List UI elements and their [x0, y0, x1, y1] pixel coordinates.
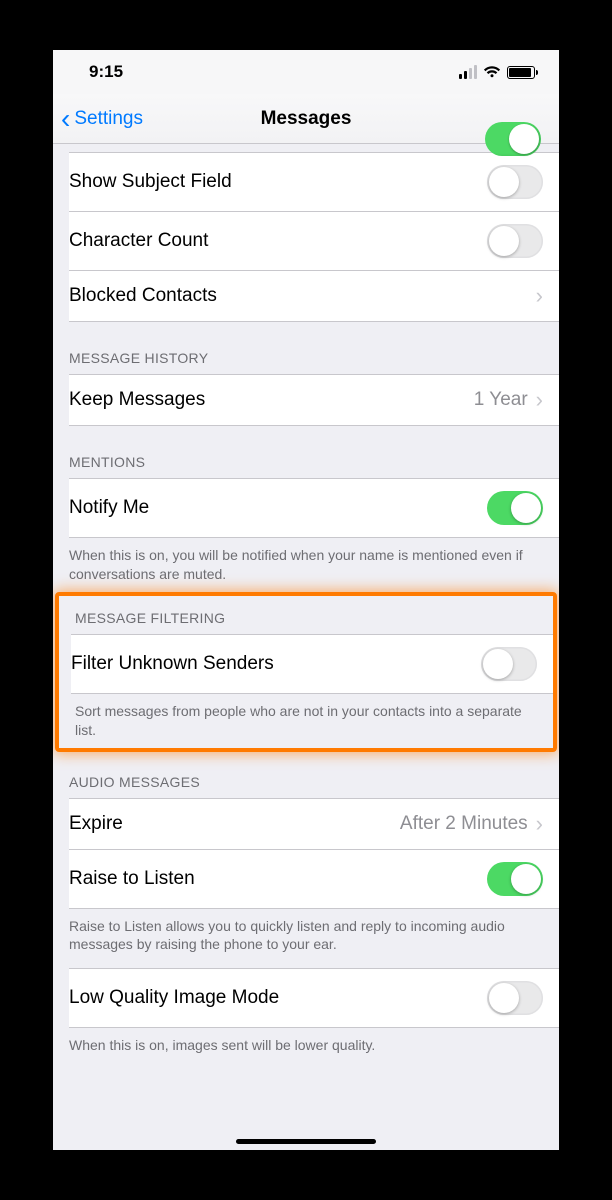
row-filter-unknown-senders[interactable]: Filter Unknown Senders [71, 635, 553, 694]
chevron-right-icon: › [536, 811, 543, 837]
toggle-raise-to-listen[interactable] [487, 862, 543, 896]
partial-previous-toggle [53, 144, 559, 152]
toggle-low-quality[interactable] [487, 981, 543, 1015]
settings-block-lowq: Low Quality Image Mode [69, 968, 559, 1028]
row-value: 1 Year [474, 389, 528, 411]
settings-block-history: Keep Messages 1 Year › [69, 374, 559, 426]
row-raise-to-listen[interactable]: Raise to Listen [69, 850, 559, 909]
toggle-notify-me[interactable] [487, 491, 543, 525]
section-footer-filtering: Sort messages from people who are not in… [59, 694, 553, 748]
row-notify-me[interactable]: Notify Me [69, 479, 559, 538]
wifi-icon [483, 65, 501, 79]
row-label: Keep Messages [69, 389, 205, 411]
toggle-filter-unknown[interactable] [481, 647, 537, 681]
highlight-box: MESSAGE FILTERING Filter Unknown Senders… [55, 592, 557, 752]
clock: 9:15 [89, 62, 123, 82]
row-label: Expire [69, 813, 123, 835]
back-button[interactable]: ‹ Settings [53, 108, 143, 130]
settings-block-filtering: Filter Unknown Senders [71, 634, 553, 694]
nav-bar: ‹ Settings Messages [53, 94, 559, 144]
chevron-right-icon: › [536, 283, 543, 309]
cell-signal-icon [459, 65, 477, 79]
row-keep-messages[interactable]: Keep Messages 1 Year › [69, 375, 559, 426]
row-expire[interactable]: Expire After 2 Minutes › [69, 799, 559, 850]
row-low-quality-image[interactable]: Low Quality Image Mode [69, 969, 559, 1028]
section-footer-mentions: When this is on, you will be notified wh… [53, 538, 559, 592]
row-label: Low Quality Image Mode [69, 987, 279, 1009]
home-indicator[interactable] [236, 1139, 376, 1144]
settings-block-general: Show Subject Field Character Count Block… [69, 152, 559, 322]
row-label: Blocked Contacts [69, 285, 217, 307]
section-header-mentions: MENTIONS [53, 426, 559, 478]
status-icons [459, 65, 535, 79]
chevron-right-icon: › [536, 387, 543, 413]
section-header-history: MESSAGE HISTORY [53, 322, 559, 374]
row-blocked-contacts[interactable]: Blocked Contacts › [69, 271, 559, 322]
back-label: Settings [74, 108, 143, 130]
section-header-audio: AUDIO MESSAGES [53, 752, 559, 798]
row-value: After 2 Minutes [400, 813, 528, 835]
row-character-count[interactable]: Character Count [69, 212, 559, 271]
row-label: Show Subject Field [69, 171, 232, 193]
section-header-filtering: MESSAGE FILTERING [59, 596, 553, 634]
section-footer-lowq: When this is on, images sent will be low… [53, 1028, 559, 1063]
settings-block-audio: Expire After 2 Minutes › Raise to Listen [69, 798, 559, 909]
settings-messages-screen: 9:15 ‹ Settings Messages Show Subject Fi… [53, 50, 559, 1150]
row-show-subject-field[interactable]: Show Subject Field [69, 153, 559, 212]
row-label: Character Count [69, 230, 208, 252]
row-label: Raise to Listen [69, 868, 195, 890]
section-footer-audio: Raise to Listen allows you to quickly li… [53, 909, 559, 963]
toggle-character-count[interactable] [487, 224, 543, 258]
settings-block-mentions: Notify Me [69, 478, 559, 538]
row-label: Notify Me [69, 497, 149, 519]
battery-icon [507, 66, 535, 79]
toggle-show-subject[interactable] [487, 165, 543, 199]
row-label: Filter Unknown Senders [71, 653, 274, 675]
status-bar: 9:15 [53, 50, 559, 94]
